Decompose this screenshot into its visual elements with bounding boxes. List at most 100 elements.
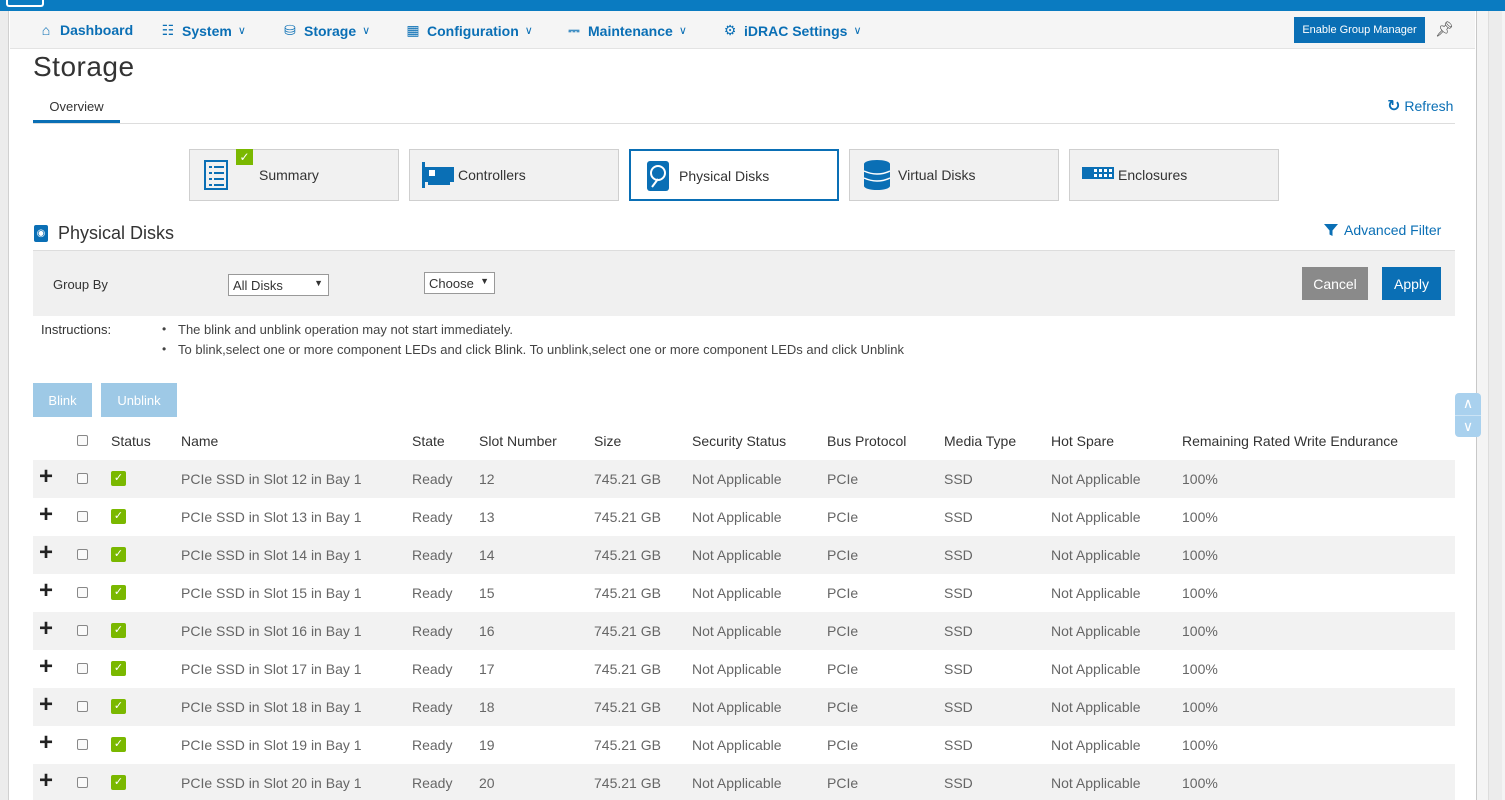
expand-icon[interactable]: + — [39, 465, 53, 489]
cell-security-status: Not Applicable — [692, 509, 782, 525]
nav-dashboard[interactable]: ⌂ Dashboard — [38, 22, 133, 38]
page-title: Storage — [33, 51, 135, 82]
cell-media-type: SSD — [944, 471, 973, 487]
row-checkbox[interactable] — [77, 777, 88, 788]
card-physical-disks[interactable]: Physical Disks — [629, 149, 839, 201]
nav-system[interactable]: ☷ System ∨ — [160, 22, 246, 39]
expand-icon[interactable]: + — [39, 731, 53, 755]
status-ok-icon: ✓ — [111, 585, 126, 600]
cell-remaining-endurance: 100% — [1182, 699, 1218, 715]
cancel-button[interactable]: Cancel — [1302, 267, 1368, 300]
expand-icon[interactable]: + — [39, 655, 53, 679]
choose-select[interactable]: Choose ▼ — [424, 272, 495, 294]
cell-size: 745.21 GB — [594, 737, 661, 753]
col-media-type[interactable]: Media Type — [944, 433, 1016, 449]
card-virtual-disks[interactable]: Virtual Disks — [849, 149, 1059, 201]
chevron-down-icon: ∨ — [524, 25, 533, 37]
table-row[interactable]: + ✓ PCIe SSD in Slot 15 in Bay 1 Ready 1… — [33, 574, 1455, 612]
table-row[interactable]: + ✓ PCIe SSD in Slot 13 in Bay 1 Ready 1… — [33, 498, 1455, 536]
nav-storage[interactable]: ⛁ Storage ∨ — [282, 22, 370, 39]
cell-slot-number: 13 — [479, 509, 495, 525]
row-checkbox[interactable] — [77, 625, 88, 636]
row-checkbox[interactable] — [77, 663, 88, 674]
row-checkbox[interactable] — [77, 473, 88, 484]
table-row[interactable]: + ✓ PCIe SSD in Slot 17 in Bay 1 Ready 1… — [33, 650, 1455, 688]
cell-hot-spare: Not Applicable — [1051, 547, 1141, 563]
nav-idrac-settings-label: iDRAC Settings — [744, 22, 848, 39]
col-status[interactable]: Status — [111, 433, 151, 449]
cell-hot-spare: Not Applicable — [1051, 471, 1141, 487]
cell-state: Ready — [412, 471, 453, 487]
expand-icon[interactable]: + — [39, 579, 53, 603]
col-slot-number[interactable]: Slot Number — [479, 433, 557, 449]
cell-hot-spare: Not Applicable — [1051, 585, 1141, 601]
advanced-filter-link[interactable]: Advanced Filter — [1324, 222, 1441, 238]
pin-icon[interactable]: 📌︎ — [1435, 20, 1454, 38]
table-row[interactable]: + ✓ PCIe SSD in Slot 16 in Bay 1 Ready 1… — [33, 612, 1455, 650]
blink-button[interactable]: Blink — [33, 383, 92, 417]
expand-icon[interactable]: + — [39, 541, 53, 565]
group-by-select[interactable]: All Disks ▼ — [228, 274, 329, 296]
cell-remaining-endurance: 100% — [1182, 737, 1218, 753]
chevron-down-icon: ∨ — [237, 25, 246, 37]
nav-configuration-label: Configuration — [427, 22, 519, 39]
col-size[interactable]: Size — [594, 433, 621, 449]
scroll-down-icon[interactable]: ∨ — [1455, 415, 1481, 437]
scroll-up-icon[interactable]: ∧ — [1455, 393, 1481, 415]
nav-idrac-settings[interactable]: ⚙ iDRAC Settings ∨ — [722, 22, 862, 39]
refresh-link[interactable]: ↻ Refresh — [1387, 96, 1453, 116]
row-checkbox[interactable] — [77, 587, 88, 598]
col-state[interactable]: State — [412, 433, 445, 449]
row-checkbox[interactable] — [77, 511, 88, 522]
col-remaining-endurance[interactable]: Remaining Rated Write Endurance — [1182, 433, 1398, 449]
col-bus-protocol[interactable]: Bus Protocol — [827, 433, 906, 449]
cell-size: 745.21 GB — [594, 509, 661, 525]
cell-size: 745.21 GB — [594, 547, 661, 563]
card-summary[interactable]: ✓ Summary — [189, 149, 399, 201]
cell-bus-protocol: PCIe — [827, 737, 859, 753]
expand-icon[interactable]: + — [39, 769, 53, 793]
row-checkbox[interactable] — [77, 739, 88, 750]
select-all-checkbox[interactable] — [77, 435, 88, 446]
enable-group-manager-button[interactable]: Enable Group Manager — [1294, 17, 1425, 43]
row-checkbox[interactable] — [77, 701, 88, 712]
cell-security-status: Not Applicable — [692, 737, 782, 753]
cell-security-status: Not Applicable — [692, 585, 782, 601]
expand-icon[interactable]: + — [39, 503, 53, 527]
col-hot-spare[interactable]: Hot Spare — [1051, 433, 1114, 449]
physical-disk-icon: ◉ — [34, 225, 48, 242]
apply-button[interactable]: Apply — [1382, 267, 1441, 300]
nav-configuration[interactable]: ▦ Configuration ∨ — [405, 22, 533, 39]
table-row[interactable]: + ✓ PCIe SSD in Slot 14 in Bay 1 Ready 1… — [33, 536, 1455, 574]
card-controllers[interactable]: Controllers — [409, 149, 619, 201]
nav-maintenance[interactable]: ⎓ Maintenance ∨ — [566, 22, 686, 39]
instruction-item: To blink,select one or more component LE… — [162, 341, 904, 361]
home-icon: ⌂ — [41, 22, 51, 38]
table-row[interactable]: + ✓ PCIe SSD in Slot 12 in Bay 1 Ready 1… — [33, 460, 1455, 498]
unblink-button[interactable]: Unblink — [101, 383, 177, 417]
table-row[interactable]: + ✓ PCIe SSD in Slot 18 in Bay 1 Ready 1… — [33, 688, 1455, 726]
cell-name: PCIe SSD in Slot 13 in Bay 1 — [181, 509, 362, 525]
cell-hot-spare: Not Applicable — [1051, 661, 1141, 677]
cell-state: Ready — [412, 775, 453, 791]
cell-remaining-endurance: 100% — [1182, 661, 1218, 677]
col-name[interactable]: Name — [181, 433, 218, 449]
nav-maintenance-label: Maintenance — [588, 22, 673, 39]
row-checkbox[interactable] — [77, 549, 88, 560]
col-security-status[interactable]: Security Status — [692, 433, 786, 449]
expand-icon[interactable]: + — [39, 617, 53, 641]
status-ok-icon: ✓ — [111, 509, 126, 524]
tab-overview[interactable]: Overview — [33, 93, 120, 124]
status-ok-icon: ✓ — [111, 547, 126, 562]
cell-media-type: SSD — [944, 509, 973, 525]
cell-media-type: SSD — [944, 623, 973, 639]
card-enclosures[interactable]: Enclosures — [1069, 149, 1279, 201]
dropdown-arrow-icon: ▼ — [480, 276, 489, 286]
table-row[interactable]: + ✓ PCIe SSD in Slot 19 in Bay 1 Ready 1… — [33, 726, 1455, 764]
cell-slot-number: 18 — [479, 699, 495, 715]
main-nav: ⌂ Dashboard ☷ System ∨ ⛁ Storage ∨ ▦ Con… — [10, 11, 1475, 49]
expand-icon[interactable]: + — [39, 693, 53, 717]
cell-name: PCIe SSD in Slot 14 in Bay 1 — [181, 547, 362, 563]
physical-disk-icon — [647, 161, 669, 191]
table-row[interactable]: + ✓ PCIe SSD in Slot 20 in Bay 1 Ready 2… — [33, 764, 1455, 800]
